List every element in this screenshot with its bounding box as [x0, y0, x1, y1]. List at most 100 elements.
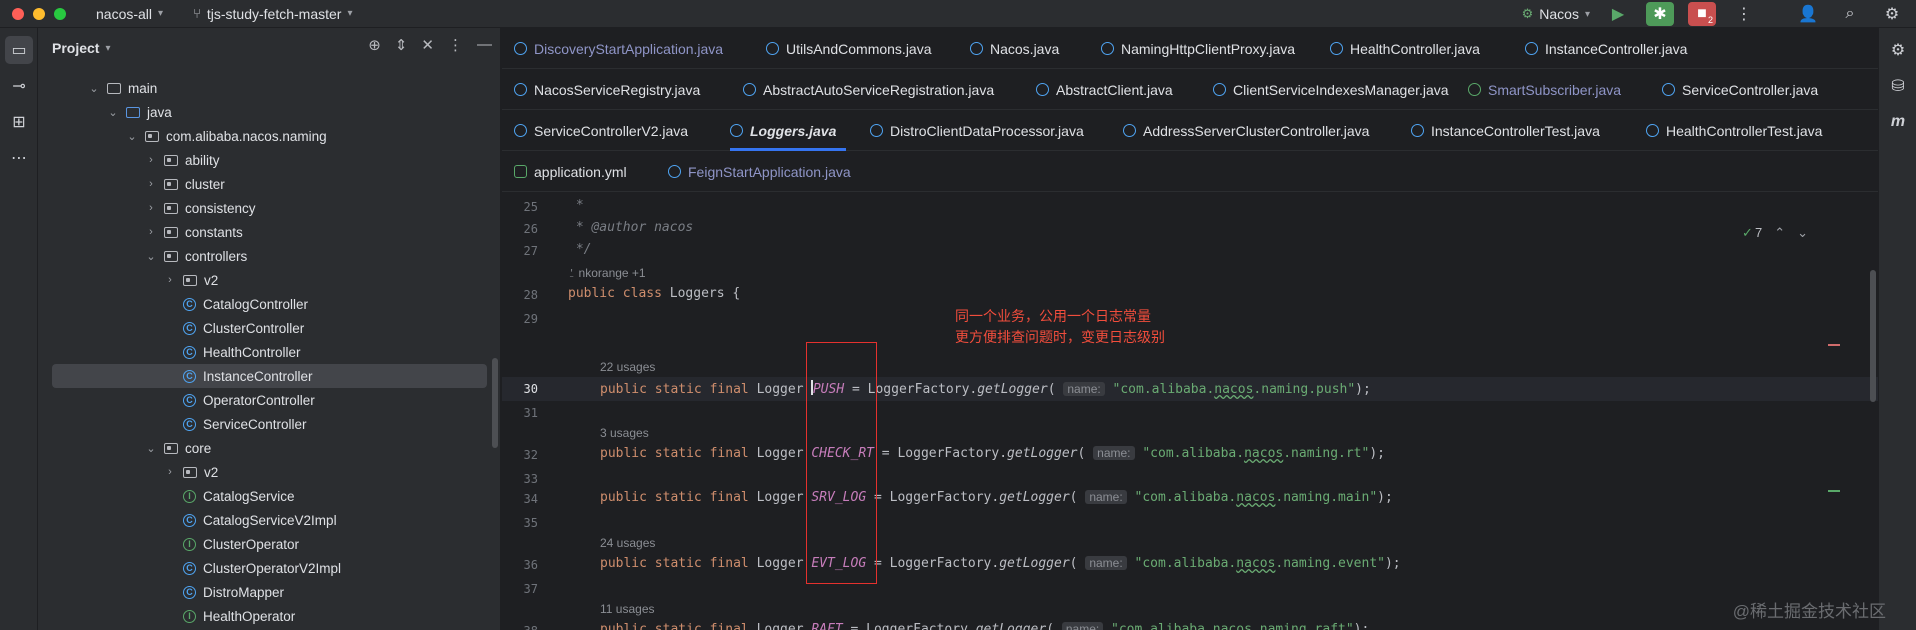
database-icon[interactable]: ⛁: [1884, 72, 1912, 100]
tree-item-label: controllers: [185, 248, 248, 264]
tree-item[interactable]: C ClusterOperatorV2Impl: [38, 556, 501, 580]
tab-nacos-service-registry[interactable]: NacosServiceRegistry.java: [514, 69, 700, 110]
tree-item[interactable]: C DistroMapper: [38, 580, 501, 604]
locate-target-icon[interactable]: ⊕: [368, 36, 381, 54]
code-editor[interactable]: 25 26 27 28 29 30 31 32 33 34 35 36 37 3…: [502, 196, 1878, 630]
tab-application-yml[interactable]: application.yml: [514, 151, 627, 192]
add-user-icon[interactable]: 👤: [1794, 2, 1822, 26]
branch-switcher[interactable]: ⑂ tjs-study-fetch-master ▾: [193, 6, 352, 22]
project-switcher[interactable]: nacos-all ▾: [96, 6, 163, 22]
tab-address-server-cluster-controller[interactable]: AddressServerClusterController.java: [1123, 110, 1369, 151]
tab-utils-and-commons[interactable]: UtilsAndCommons.java: [766, 28, 932, 69]
tree-item[interactable]: › consistency: [38, 196, 501, 220]
tree-item[interactable]: › v2: [38, 460, 501, 484]
error-stripe-mark[interactable]: [1828, 344, 1840, 346]
chevron-right-icon[interactable]: ›: [144, 202, 158, 214]
project-scrollbar[interactable]: [492, 358, 498, 448]
tree-item-label: main: [128, 80, 158, 96]
class-icon: [1330, 42, 1343, 55]
change-stripe-mark[interactable]: [1828, 490, 1840, 492]
yaml-file-icon: [514, 165, 527, 178]
method-name: getLogger: [999, 490, 1070, 505]
run-button[interactable]: ▶: [1604, 2, 1632, 26]
chevron-right-icon[interactable]: ›: [163, 466, 177, 478]
tab-service-controller-v2[interactable]: ServiceControllerV2.java: [514, 110, 688, 151]
chevron-right-icon[interactable]: ›: [163, 274, 177, 286]
tab-health-controller-test[interactable]: HealthControllerTest.java: [1646, 110, 1822, 151]
more-icon[interactable]: ⋮: [1730, 2, 1758, 26]
tree-item[interactable]: ⌄ core: [38, 436, 501, 460]
tab-instance-controller[interactable]: InstanceController.java: [1525, 28, 1687, 69]
more-tools-icon[interactable]: ⋯: [5, 144, 33, 172]
expand-collapse-icon[interactable]: ⇕: [395, 36, 408, 54]
zoom-window-button[interactable]: [54, 7, 66, 20]
tree-item[interactable]: › constants: [38, 220, 501, 244]
run-config-selector[interactable]: ⚙ Nacos ▾: [1522, 6, 1590, 22]
chevron-down-icon[interactable]: ⌄: [144, 250, 158, 263]
chevron-down-icon[interactable]: ⌄: [144, 442, 158, 455]
options-more-icon[interactable]: ⋮: [448, 36, 463, 54]
usages-hint[interactable]: 11 usages: [600, 602, 655, 616]
tree-item[interactable]: ⌄ java: [38, 100, 501, 124]
tab-distro-client-data-processor[interactable]: DistroClientDataProcessor.java: [870, 110, 1084, 151]
tree-item[interactable]: › ability: [38, 148, 501, 172]
commit-icon[interactable]: ⊸: [5, 72, 33, 100]
tab-nacos[interactable]: Nacos.java: [970, 28, 1059, 69]
tree-item[interactable]: I HealthOperator: [38, 604, 501, 628]
tree-item[interactable]: C ClusterController: [38, 316, 501, 340]
chevron-down-icon[interactable]: ⌄: [87, 82, 101, 95]
tab-service-controller[interactable]: ServiceController.java: [1662, 69, 1818, 110]
title-bar: nacos-all ▾ ⑂ tjs-study-fetch-master ▾ ⚙…: [0, 0, 1916, 28]
keyword: public: [600, 556, 647, 571]
tab-smart-subscriber[interactable]: SmartSubscriber.java: [1468, 69, 1621, 110]
tree-item[interactable]: C ServiceController: [38, 412, 501, 436]
structure-icon[interactable]: ⊞: [5, 108, 33, 136]
tree-item[interactable]: C InstanceController: [52, 364, 487, 388]
close-window-button[interactable]: [12, 7, 24, 20]
tab-client-service-indexes-manager[interactable]: ClientServiceIndexesManager.java: [1213, 69, 1449, 110]
maven-icon[interactable]: m: [1884, 108, 1912, 136]
tab-discovery-start-application[interactable]: DiscoveryStartApplication.java: [514, 28, 723, 69]
class-icon: [970, 42, 983, 55]
settings-gear-icon[interactable]: ⚙: [1878, 2, 1906, 26]
chevron-right-icon[interactable]: ›: [144, 178, 158, 190]
close-icon[interactable]: ✕: [421, 36, 434, 54]
tab-label: NacosServiceRegistry.java: [534, 81, 701, 98]
tree-item[interactable]: ⌄ controllers: [38, 244, 501, 268]
tree-item[interactable]: I CatalogService: [38, 484, 501, 508]
usages-hint[interactable]: 3 usages: [600, 426, 649, 440]
usages-hint[interactable]: 22 usages: [600, 360, 655, 374]
stop-button[interactable]: ■ 2: [1688, 2, 1716, 26]
tab-health-controller[interactable]: HealthController.java: [1330, 28, 1480, 69]
type-name: Logger: [756, 490, 804, 505]
tab-feign-start-application[interactable]: FeignStartApplication.java: [668, 151, 851, 192]
chevron-down-icon[interactable]: ⌄: [106, 106, 120, 119]
tree-item[interactable]: C OperatorController: [38, 388, 501, 412]
method-name: getLogger: [975, 622, 1047, 630]
author-hint[interactable]: ⍘ nkorange +1: [568, 266, 646, 281]
tree-item[interactable]: ⌄ main: [38, 76, 501, 100]
notifications-icon[interactable]: ⚙: [1884, 36, 1912, 64]
tab-naming-http-client-proxy[interactable]: NamingHttpClientProxy.java: [1101, 28, 1295, 69]
hide-minus-icon[interactable]: —: [477, 36, 492, 54]
tree-item[interactable]: C CatalogController: [38, 292, 501, 316]
editor-scrollbar[interactable]: [1870, 270, 1876, 402]
chevron-down-icon[interactable]: ⌄: [125, 130, 139, 143]
search-icon[interactable]: ⌕: [1836, 2, 1864, 26]
tab-abstract-auto-service-registration[interactable]: AbstractAutoServiceRegistration.java: [743, 69, 994, 110]
tree-item[interactable]: › cluster: [38, 172, 501, 196]
tab-instance-controller-test[interactable]: InstanceControllerTest.java: [1411, 110, 1600, 151]
minimize-window-button[interactable]: [33, 7, 45, 20]
usages-hint[interactable]: 24 usages: [600, 536, 655, 550]
tab-abstract-client[interactable]: AbstractClient.java: [1036, 69, 1173, 110]
chevron-right-icon[interactable]: ›: [144, 226, 158, 238]
tree-item[interactable]: ⌄ com.alibaba.nacos.naming: [38, 124, 501, 148]
tree-item[interactable]: C HealthController: [38, 340, 501, 364]
chevron-right-icon[interactable]: ›: [144, 154, 158, 166]
tree-item[interactable]: I ClusterOperator: [38, 532, 501, 556]
tree-item[interactable]: › v2: [38, 268, 501, 292]
tree-item[interactable]: C CatalogServiceV2Impl: [38, 508, 501, 532]
debug-button[interactable]: ✱: [1646, 2, 1674, 26]
tab-loggers[interactable]: Loggers.java: [730, 110, 847, 151]
project-folder-icon[interactable]: ▭: [5, 36, 33, 64]
